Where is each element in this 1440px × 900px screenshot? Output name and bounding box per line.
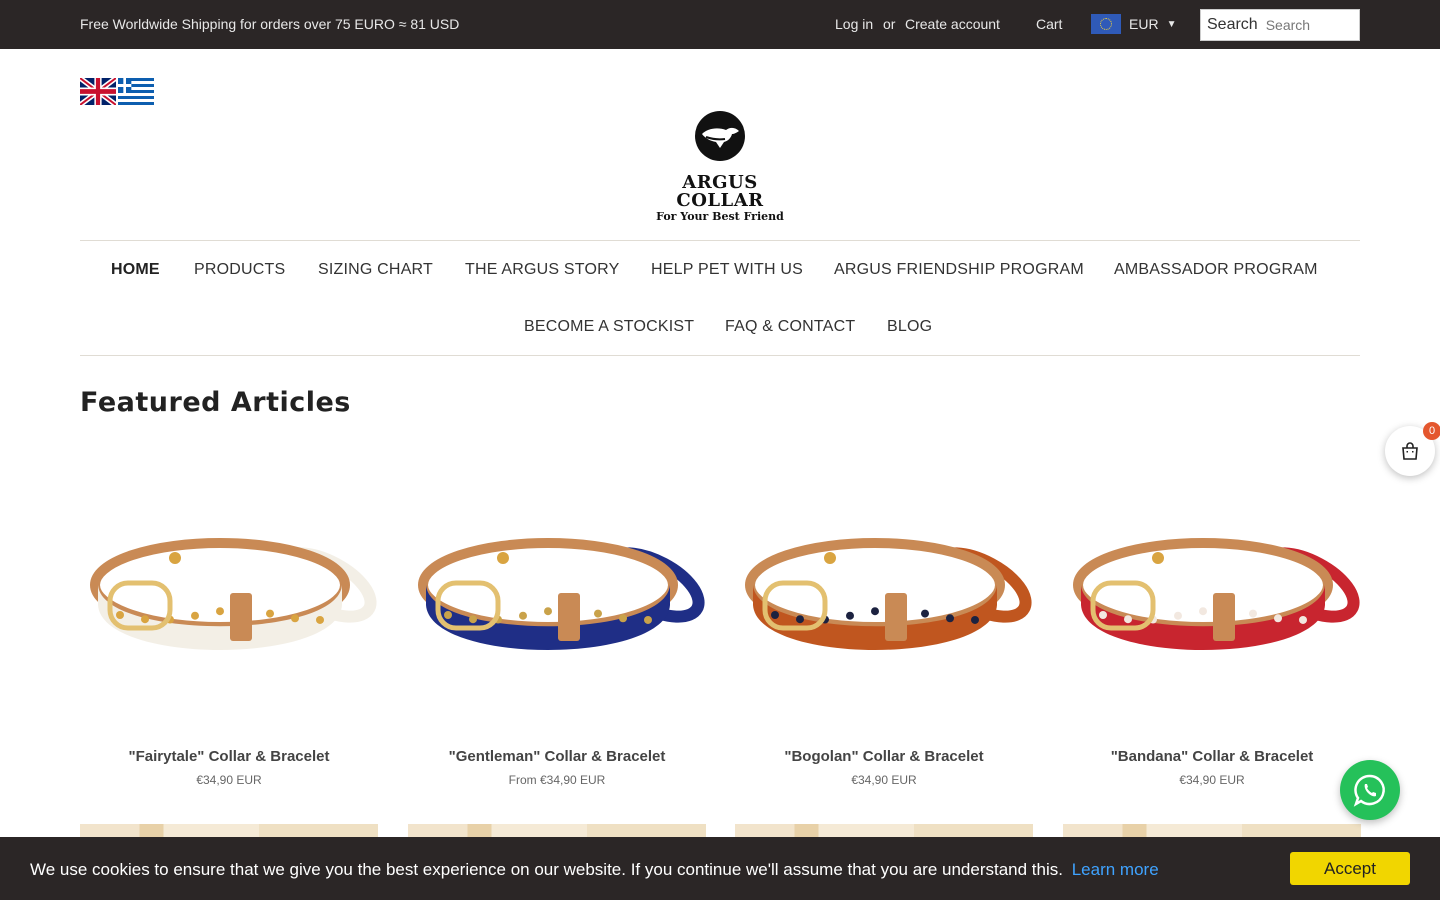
logo-stamp — [169, 552, 181, 564]
collar-pattern-dot — [116, 611, 124, 619]
product-title: "Gentleman" Collar & Bracelet — [448, 748, 666, 765]
collar-pattern-dot — [796, 615, 804, 624]
logo-stamp — [497, 552, 509, 564]
product-price: From €34,90 EUR — [508, 773, 606, 787]
collar-pattern-dot — [1274, 614, 1282, 623]
collar-pattern-dot — [1174, 611, 1182, 620]
collar-pattern-dot — [1099, 611, 1107, 619]
collar-pattern-dot — [644, 615, 652, 624]
nav-top-divider — [80, 240, 1360, 241]
collar-pattern-dot — [469, 615, 477, 624]
collar-pattern-dot — [444, 611, 452, 619]
nav-friendship-program[interactable]: ARGUS FRIENDSHIP PROGRAM — [834, 261, 1084, 279]
nav-sizing-chart[interactable]: SIZING CHART — [318, 261, 433, 279]
collar-keeper — [230, 593, 252, 641]
eu-flag-icon — [1091, 14, 1121, 34]
currency-code: EUR — [1129, 16, 1159, 32]
login-link[interactable]: Log in — [835, 16, 873, 32]
product-card[interactable]: "Bogolan" Collar & Bracelet €34,90 EUR — [735, 455, 1033, 787]
greek-flag-icon[interactable] — [118, 78, 154, 105]
whatsapp-button[interactable] — [1340, 760, 1400, 820]
argus-dog-logo-icon — [695, 111, 745, 161]
nav-blog[interactable]: BLOG — [887, 318, 932, 336]
collar-pattern-dot — [1299, 615, 1307, 624]
collar-pattern-dot — [291, 614, 299, 623]
logo-name: ARGUS COLLAR — [676, 172, 764, 211]
product-title: "Fairytale" Collar & Bracelet — [128, 748, 330, 765]
logo-stamp — [824, 552, 836, 564]
collar-pattern-dot — [266, 609, 274, 618]
nav-help-pet[interactable]: HELP PET WITH US — [651, 261, 803, 279]
collar-keeper — [1213, 593, 1235, 641]
nav-ambassador-program[interactable]: AMBASSADOR PROGRAM — [1114, 261, 1318, 279]
logo-tagline: For Your Best Friend — [656, 210, 784, 223]
cart-count-badge: 0 — [1423, 422, 1440, 440]
cookie-message: We use cookies to ensure that we give yo… — [30, 860, 1063, 879]
collar-pattern-dot — [771, 611, 779, 619]
collar-pattern-dot — [846, 611, 854, 620]
store-logo[interactable]: ARGUS COLLAR For Your Best Friend — [640, 110, 800, 223]
product-image — [90, 538, 377, 650]
collar-pattern-dot — [1124, 615, 1132, 624]
cookie-message-wrap: We use cookies to ensure that we give yo… — [30, 860, 1159, 880]
collar-pattern-dot — [1249, 609, 1257, 618]
product-price: €34,90 EUR — [851, 773, 917, 787]
product-card[interactable]: "Fairytale" Collar & Bracelet €34,90 EUR — [80, 455, 378, 787]
product-title: "Bandana" Collar & Bracelet — [1110, 748, 1314, 765]
collar-pattern-dot — [544, 607, 552, 616]
nav-faq-contact[interactable]: FAQ & CONTACT — [725, 318, 855, 336]
product-image — [1073, 538, 1360, 650]
chevron-down-icon: ▼ — [1166, 18, 1177, 30]
create-account-link[interactable]: Create account — [905, 16, 1000, 32]
floating-cart-button[interactable]: 0 — [1385, 422, 1440, 476]
collar-pattern-dot — [921, 609, 929, 618]
collar-pattern-dot — [946, 614, 954, 623]
product-title: "Bogolan" Collar & Bracelet — [784, 748, 984, 765]
cookie-banner: We use cookies to ensure that we give yo… — [0, 837, 1440, 900]
collar-pattern-dot — [1199, 607, 1207, 616]
accept-cookies-button[interactable]: Accept — [1290, 852, 1410, 885]
collar-keeper — [885, 593, 907, 641]
top-bar: Free Worldwide Shipping for orders over … — [0, 0, 1440, 49]
shopping-bag-icon — [1402, 442, 1418, 460]
search-input[interactable] — [1265, 17, 1356, 33]
collar-keeper — [558, 593, 580, 641]
product-image — [418, 538, 705, 650]
cart-link[interactable]: Cart — [1036, 16, 1062, 32]
product-price: €34,90 EUR — [196, 773, 262, 787]
currency-selector[interactable]: EUR ▼ — [1091, 13, 1176, 35]
collar-pattern-dot — [141, 615, 149, 624]
nav-home[interactable]: HOME — [111, 261, 160, 279]
nav-argus-story[interactable]: THE ARGUS STORY — [465, 261, 619, 279]
collar-pattern-dot — [316, 615, 324, 624]
nav-products[interactable]: PRODUCTS — [194, 261, 285, 279]
product-image — [745, 538, 1032, 650]
collar-pattern-dot — [216, 607, 224, 616]
product-card[interactable]: "Bandana" Collar & Bracelet €34,90 EUR — [1063, 455, 1361, 787]
collar-pattern-dot — [191, 611, 199, 620]
search-box: Search — [1200, 9, 1360, 41]
product-price: €34,90 EUR — [1179, 773, 1245, 787]
logo-stamp — [1152, 552, 1164, 564]
collar-pattern-dot — [619, 614, 627, 623]
nav-bottom-divider — [80, 355, 1360, 356]
nav-become-stockist[interactable]: BECOME A STOCKIST — [524, 318, 694, 336]
learn-more-link[interactable]: Learn more — [1072, 860, 1159, 879]
or-separator: or — [883, 16, 896, 32]
collar-pattern-dot — [519, 611, 527, 620]
search-label: Search — [1207, 16, 1258, 33]
collar-pattern-dot — [594, 609, 602, 618]
shipping-notice: Free Worldwide Shipping for orders over … — [80, 16, 460, 32]
product-card[interactable]: "Gentleman" Collar & Bracelet From €34,9… — [408, 455, 706, 787]
collar-pattern-dot — [971, 615, 979, 624]
featured-title: Featured Articles — [80, 387, 351, 418]
collar-pattern-dot — [871, 607, 879, 616]
whatsapp-icon — [1353, 774, 1385, 807]
uk-flag-icon[interactable] — [80, 78, 116, 105]
